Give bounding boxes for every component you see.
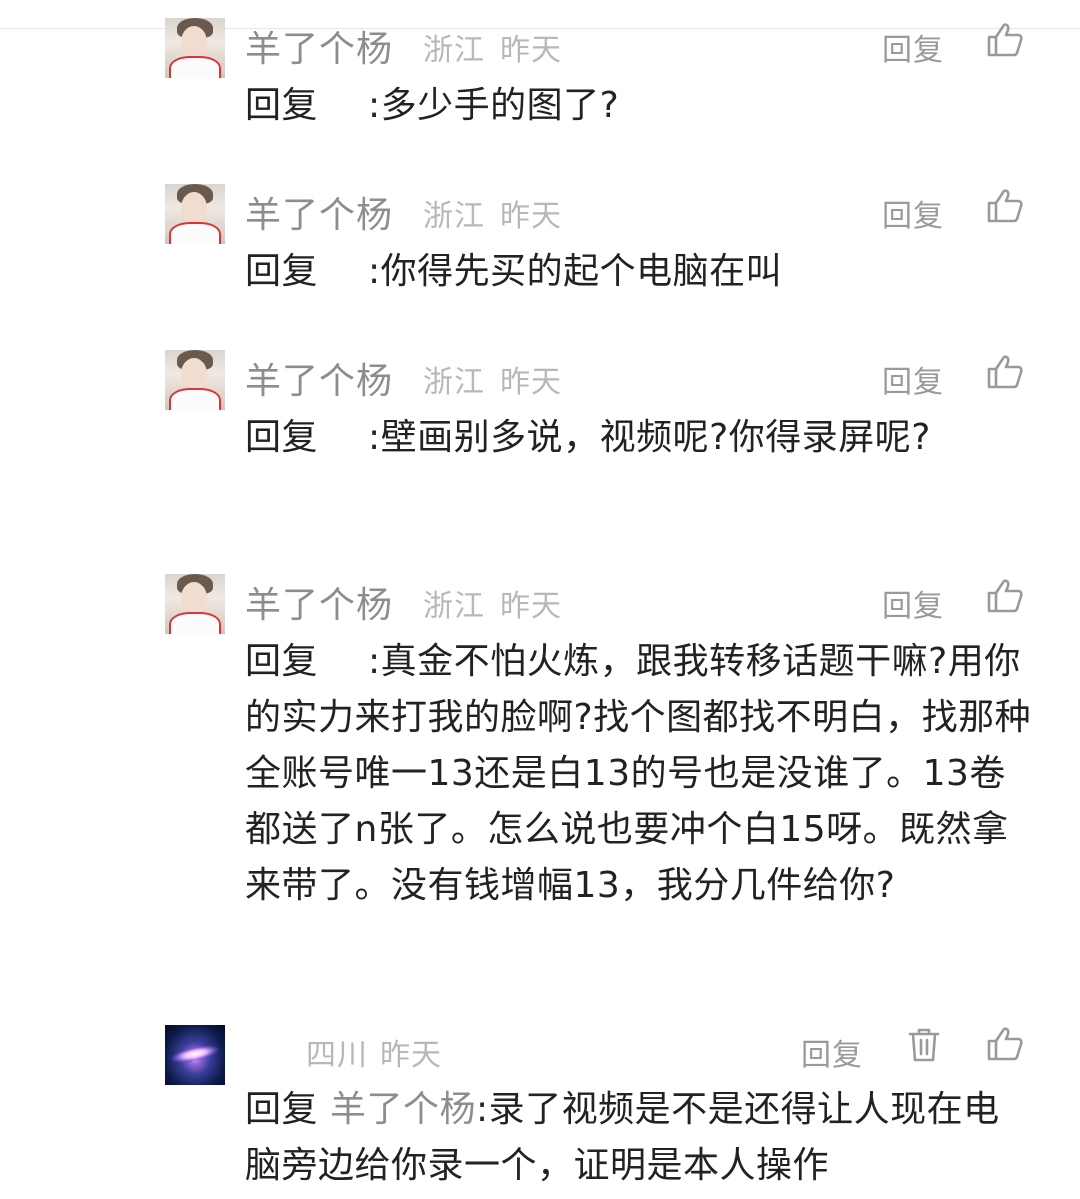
thumbs-up-icon[interactable] [986,354,1024,390]
comment-text: :真金不怕火炼，跟我转移话题干嘛?用你的实力来打我的脸啊?找个图都找不明白，找那… [245,641,1032,906]
reply-prefix: 回复 [245,1089,319,1130]
time-label: 昨天 [380,1038,442,1073]
reply-target-user[interactable]: 羊了个杨 [330,1089,476,1130]
location-label: 浙江 [423,33,485,68]
comment-body: 回复 :多少手的图了? [245,78,1035,134]
reply-prefix: 回复 [245,641,319,682]
reply-button[interactable]: 回复 [882,357,944,401]
location-label: 浙江 [423,199,485,234]
reply-prefix: 回复 [245,417,319,458]
avatar[interactable] [165,574,225,634]
avatar[interactable] [165,184,225,244]
avatar[interactable] [165,350,225,410]
reply-button[interactable]: 回复 [801,1030,863,1074]
location-label: 浙江 [423,365,485,400]
avatar[interactable] [165,18,225,78]
comment-body: 回复 :你得先买的起个电脑在叫 [245,244,1035,300]
comment-text: :壁画别多说，视频呢?你得录屏呢? [368,417,931,458]
reply-button[interactable]: 回复 [882,191,944,235]
comment-text: :多少手的图了? [368,85,620,126]
username[interactable]: 羊了个杨 [245,576,393,628]
trash-icon[interactable] [907,1026,941,1064]
username[interactable]: 羊了个杨 [245,186,393,238]
reply-button[interactable]: 回复 [882,25,944,69]
time-label: 昨天 [500,589,562,624]
reply-button[interactable]: 回复 [882,581,944,625]
username[interactable]: 羊了个杨 [245,20,393,72]
reply-prefix: 回复 [245,251,319,292]
thumbs-up-icon[interactable] [986,1026,1024,1062]
comment-body: 回复 :壁画别多说，视频呢?你得录屏呢? [245,410,980,466]
time-label: 昨天 [500,33,562,68]
thumbs-up-icon[interactable] [986,22,1024,58]
thumbs-up-icon[interactable] [986,578,1024,614]
time-label: 昨天 [500,199,562,234]
reply-prefix: 回复 [245,85,319,126]
location-label: 四川 [306,1038,368,1073]
location-label: 浙江 [423,589,485,624]
comment-text: :你得先买的起个电脑在叫 [368,251,783,292]
avatar[interactable] [165,1025,225,1085]
comment-body: 回复 羊了个杨:录了视频是不是还得让人现在电脑旁边给你录一个，证明是本人操作 [245,1082,1035,1194]
time-label: 昨天 [500,365,562,400]
thumbs-up-icon[interactable] [986,188,1024,224]
comment-body: 回复:真金不怕火炼，跟我转移话题干嘛?用你的实力来打我的脸啊?找个图都找不明白，… [245,634,1035,914]
username[interactable]: 羊了个杨 [245,352,393,404]
